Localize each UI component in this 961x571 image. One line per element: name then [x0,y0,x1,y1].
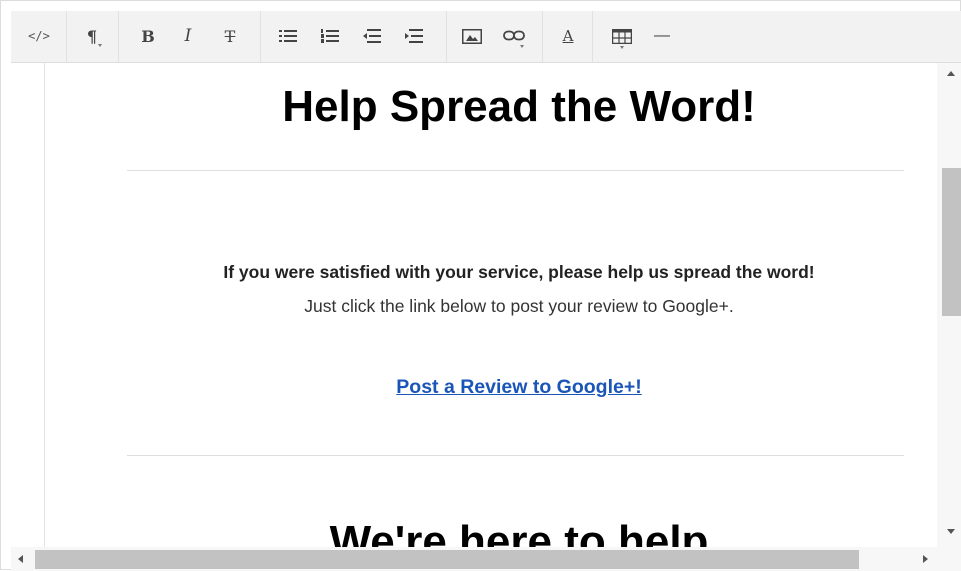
editor-content-area[interactable]: Help Spread the Word! If you were satisf… [11,63,937,547]
toolbar-group-color: A [543,11,593,62]
scroll-up-icon[interactable] [947,71,955,76]
horizontal-rule-icon: — [654,27,670,44]
toolbar-group-table: — [593,11,961,62]
font-color-icon: A [562,27,574,45]
scroll-left-icon[interactable] [18,555,23,563]
table-icon [612,28,632,44]
horizontal-rule-button[interactable]: — [649,23,675,49]
ordered-list-button[interactable] [317,23,343,49]
numbered-list-icon [321,29,339,43]
vertical-scroll-thumb[interactable] [942,168,961,316]
indent-icon [405,29,423,43]
chevron-down-icon [98,44,102,47]
insert-image-button[interactable] [459,23,485,49]
bulleted-list-icon [279,30,297,42]
content-column-footer: We're here to help [11,63,937,547]
outdent-icon [363,29,381,43]
scroll-right-icon[interactable] [923,555,928,563]
toolbar-group-lists [261,11,447,62]
chevron-down-icon [620,46,624,49]
toolbar-group-view: </> [11,11,67,62]
bold-button[interactable]: B [135,23,161,49]
paragraph-format-button[interactable]: ¶ [79,23,105,49]
strikethrough-icon: T [224,26,236,46]
strikethrough-button[interactable]: T [217,23,243,49]
indent-button[interactable] [401,23,427,49]
vertical-scrollbar[interactable] [937,63,961,547]
code-view-button[interactable]: </> [23,23,55,49]
image-icon [462,28,482,44]
horizontal-scroll-thumb[interactable] [35,550,859,569]
italic-button[interactable]: I [175,23,201,49]
outdent-button[interactable] [359,23,385,49]
horizontal-scrollbar[interactable] [11,547,937,571]
code-icon: </> [28,29,50,43]
editor-toolbar: </> ¶ B I T A — [11,11,961,63]
italic-icon: I [184,26,192,46]
section-heading-2: We're here to help [329,517,709,547]
scrollbar-corner [937,547,961,571]
insert-table-button[interactable] [609,23,635,49]
bold-icon: B [141,26,155,46]
paragraph-icon: ¶ [86,26,98,46]
unordered-list-button[interactable] [275,23,301,49]
toolbar-group-format: ¶ [67,11,119,62]
link-icon [503,30,525,41]
chevron-down-icon [520,45,524,48]
toolbar-group-insert [447,11,543,62]
rich-text-editor: </> ¶ B I T A — Help Spread the Word! If… [0,0,961,571]
font-color-button[interactable]: A [555,23,581,49]
insert-link-button[interactable] [501,23,527,49]
toolbar-group-text-style: B I T [119,11,261,62]
scroll-down-icon[interactable] [947,529,955,534]
